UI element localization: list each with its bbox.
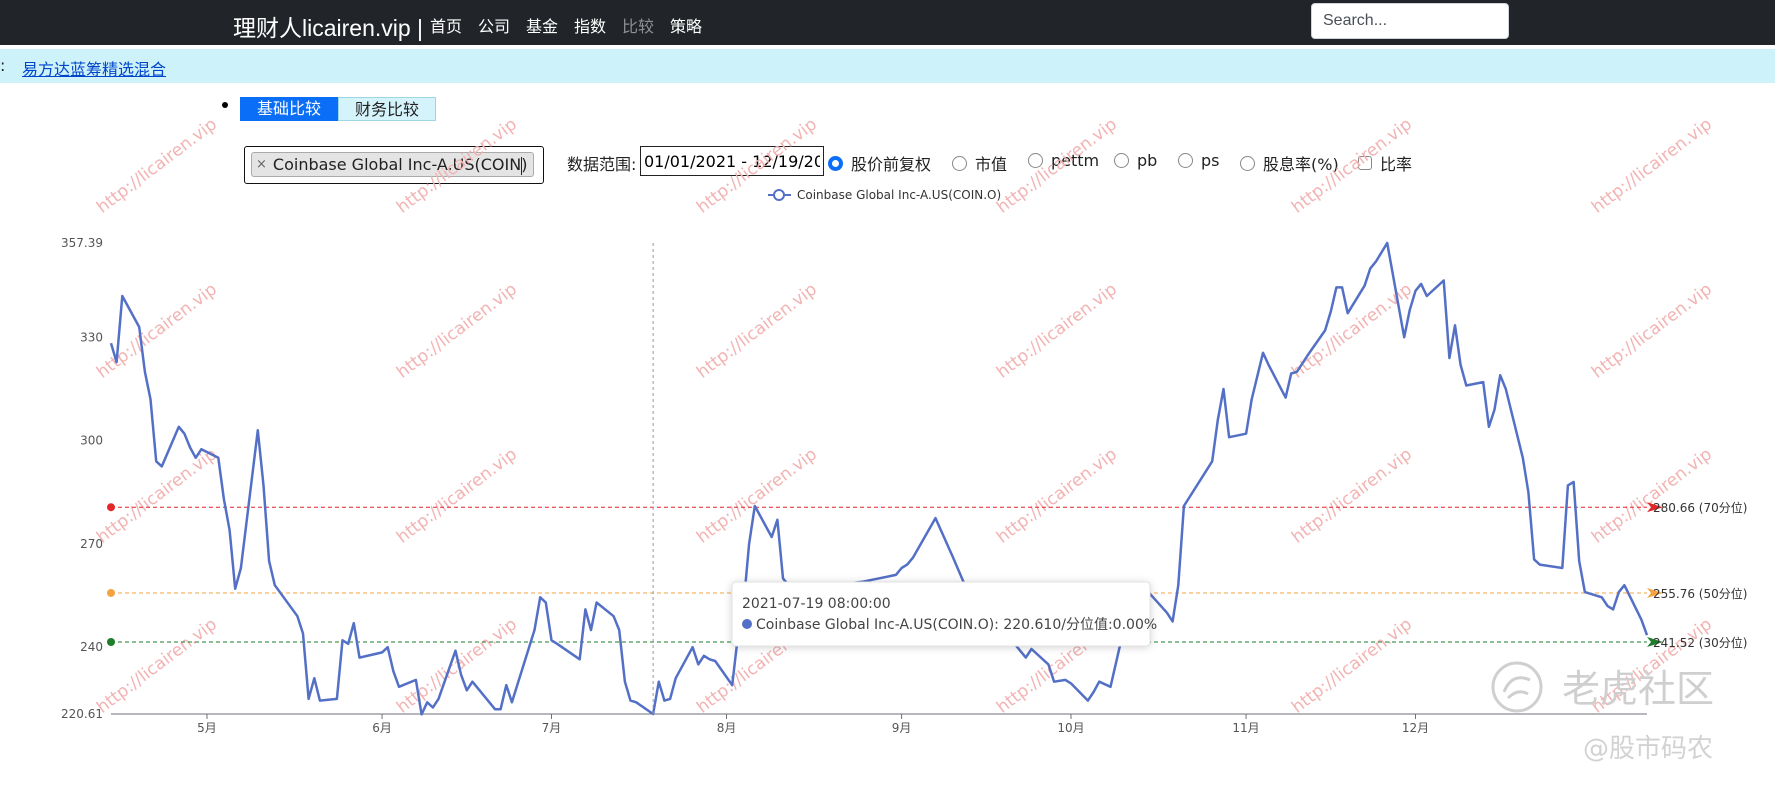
watermark-text: http://licairen.vip xyxy=(393,279,521,382)
watermark-text: http://licairen.vip xyxy=(93,114,221,217)
x-tick-label: 12月 xyxy=(1402,721,1429,735)
watermark-text: http://licairen.vip xyxy=(1588,279,1716,382)
watermark-text: http://licairen.vip xyxy=(993,114,1121,217)
y-tick-label: 220.61 xyxy=(61,707,103,721)
tooltip-value: Coinbase Global Inc-A.US(COIN.O): 220.61… xyxy=(756,617,1157,633)
x-tick-label: 7月 xyxy=(542,721,562,735)
x-tick-label: 11月 xyxy=(1232,721,1259,735)
legend-label: Coinbase Global Inc-A.US(COIN.O) xyxy=(797,188,1001,202)
tooltip-box xyxy=(731,581,1151,647)
watermark-text: http://licairen.vip xyxy=(93,614,221,717)
x-tick-label: 6月 xyxy=(372,721,392,735)
community-watermark: 老虎社区 @股市码农 xyxy=(1491,661,1714,764)
y-tick-label: 330 xyxy=(80,330,103,344)
watermark-text: http://licairen.vip xyxy=(993,444,1121,547)
reference-label: 280.66 (70分位) xyxy=(1653,500,1747,515)
watermark-text: http://licairen.vip xyxy=(1588,114,1716,217)
watermark-text: http://licairen.vip xyxy=(693,114,821,217)
community-brand: 老虎社区 xyxy=(1562,667,1714,711)
watermark-text: http://licairen.vip xyxy=(1288,114,1416,217)
reference-start-marker xyxy=(107,637,115,646)
x-tick-label: 8月 xyxy=(717,721,737,735)
y-tick-label: 300 xyxy=(80,434,103,448)
watermark-text: http://licairen.vip xyxy=(93,279,221,382)
reference-label: 255.76 (50分位) xyxy=(1653,586,1747,601)
y-tick-label: 357.39 xyxy=(61,236,103,250)
x-tick-label: 9月 xyxy=(892,721,912,735)
reference-label: 241.52 (30分位) xyxy=(1653,635,1747,650)
watermark-text: http://licairen.vip xyxy=(1288,614,1416,717)
tiger-logo-stroke-icon xyxy=(1502,676,1531,700)
reference-start-marker xyxy=(107,588,115,597)
y-tick-label: 240 xyxy=(80,640,103,654)
watermark-text: http://licairen.vip xyxy=(693,279,821,382)
author-handle: @股市码农 xyxy=(1583,734,1713,764)
legend-marker-icon xyxy=(773,189,785,201)
watermark-text: http://licairen.vip xyxy=(1588,444,1716,547)
watermark-text: http://licairen.vip xyxy=(393,114,521,217)
tooltip-series-dot xyxy=(742,619,752,629)
reference-start-marker xyxy=(107,503,115,512)
watermark-text: http://licairen.vip xyxy=(993,279,1121,382)
x-tick-label: 5月 xyxy=(197,721,217,735)
watermark-text: http://licairen.vip xyxy=(1288,444,1416,547)
tiger-logo-icon xyxy=(1491,661,1543,713)
watermark-text: http://licairen.vip xyxy=(693,444,821,547)
watermark-text: http://licairen.vip xyxy=(393,444,521,547)
tooltip-title: 2021-07-19 08:00:00 xyxy=(742,596,891,612)
y-tick-label: 270 xyxy=(80,537,103,551)
x-tick-label: 10月 xyxy=(1057,721,1084,735)
legend: Coinbase Global Inc-A.US(COIN.O) xyxy=(768,188,1001,202)
